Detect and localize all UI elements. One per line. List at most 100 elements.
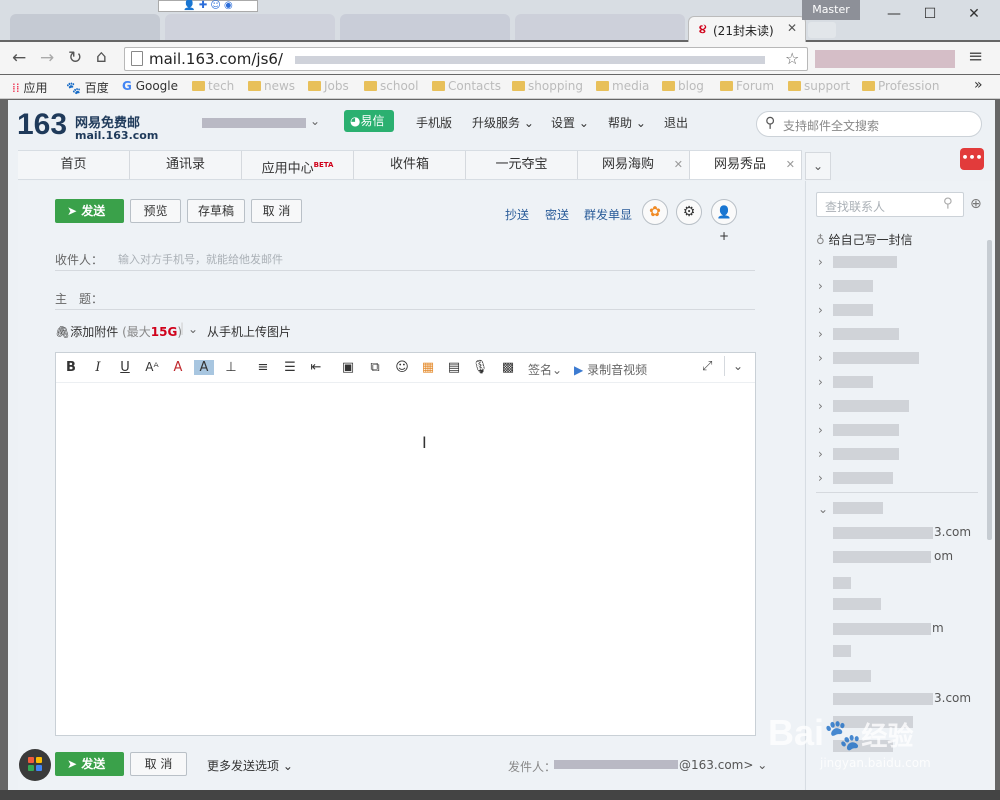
contact-search-input[interactable]: 查找联系人 ⚲	[816, 192, 964, 217]
contact-email[interactable]: 3.com	[934, 525, 971, 539]
menu-icon[interactable]: ≡	[968, 46, 983, 67]
add-contact-plus-icon[interactable]: ⊕	[970, 196, 982, 212]
group-expand-chevron-icon[interactable]: ›	[818, 399, 823, 413]
contact-entry[interactable]	[833, 623, 931, 635]
contact-entry[interactable]	[833, 693, 933, 705]
group-expand-chevron-icon[interactable]: ›	[818, 303, 823, 317]
contacts-scrollbar[interactable]	[987, 240, 992, 540]
new-tab-button[interactable]	[808, 22, 836, 38]
bookmark-folder[interactable]: school	[364, 79, 418, 93]
forward-icon[interactable]: →	[40, 48, 54, 68]
tab-haigou[interactable]: 网易海购 ✕	[578, 151, 690, 179]
browser-tab[interactable]	[515, 14, 685, 40]
gear-icon[interactable]: ⚙	[676, 199, 702, 225]
bookmark-folder[interactable]: tech	[192, 79, 234, 93]
contact-entry[interactable]	[833, 551, 931, 563]
contact-group[interactable]	[833, 256, 897, 268]
settings-link[interactable]: 设置 ⌄	[551, 114, 589, 131]
footer-cancel-button[interactable]: 取 消	[130, 752, 187, 776]
contact-group-expanded[interactable]	[833, 502, 883, 514]
voice-icon[interactable]: 🎙	[470, 360, 490, 375]
cc-link[interactable]: 抄送	[505, 206, 529, 223]
contact-group[interactable]	[833, 280, 873, 292]
group-expand-chevron-icon[interactable]: ›	[818, 327, 823, 341]
bullet-list-icon[interactable]: ☰	[280, 360, 300, 375]
contact-entry[interactable]	[833, 577, 851, 589]
group-expand-chevron-icon[interactable]: ›	[818, 471, 823, 485]
indent-icon[interactable]: ⇤	[306, 360, 326, 375]
attachment-dropdown-icon[interactable]: ⌄	[188, 322, 198, 336]
bcc-link[interactable]: 密送	[545, 206, 569, 223]
bold-icon[interactable]: B	[61, 360, 81, 375]
stationery-icon[interactable]: ▩	[498, 360, 518, 375]
contact-group[interactable]	[833, 424, 899, 436]
bookmark-folder[interactable]: shopping	[512, 79, 583, 93]
tab-close-icon[interactable]: ✕	[786, 151, 795, 179]
footer-send-button[interactable]: ➤ 发送	[55, 752, 124, 776]
extension-icons[interactable]	[815, 50, 955, 68]
bookmark-google[interactable]: G Google	[122, 79, 178, 93]
more-tabs-dropdown-icon[interactable]: ⌄	[805, 152, 831, 180]
bookmark-star-icon[interactable]: ☆	[785, 49, 799, 68]
bookmark-apps[interactable]: ⁞⁞ 应用	[12, 79, 47, 96]
separate-send-link[interactable]: 群发单显	[584, 206, 632, 223]
collapse-toolbar-icon[interactable]: ⌄	[733, 359, 743, 373]
contact-email[interactable]: m	[932, 621, 944, 635]
group-collapse-chevron-icon[interactable]: ⌄	[818, 502, 828, 516]
to-input[interactable]: 输入对方手机号，就能给他发邮件	[118, 251, 283, 267]
align-icon[interactable]: ≡	[253, 360, 273, 375]
address-bar[interactable]: mail.163.com/js6/ ☆	[124, 47, 808, 71]
group-expand-chevron-icon[interactable]: ›	[818, 423, 823, 437]
tab-close-icon[interactable]: ✕	[787, 21, 797, 35]
bookmark-folder[interactable]: Profession	[862, 79, 939, 93]
write-to-self-link[interactable]: ♁ 给自己写一封信	[816, 231, 913, 248]
font-size-icon[interactable]: Aᴬ	[142, 360, 162, 374]
upgrade-service-link[interactable]: 升级服务 ⌄	[472, 114, 534, 131]
launcher-button[interactable]	[19, 749, 51, 781]
group-expand-chevron-icon[interactable]: ›	[818, 279, 823, 293]
add-contact-icon[interactable]: 👤+	[711, 199, 737, 243]
image-icon[interactable]: ▣	[338, 360, 358, 375]
contact-entry[interactable]	[833, 645, 851, 657]
browser-tab[interactable]	[340, 14, 510, 40]
font-color-icon[interactable]: A	[168, 360, 188, 375]
subject-input[interactable]	[118, 286, 754, 306]
bookmark-folder[interactable]: blog	[662, 79, 704, 93]
maximize-icon[interactable]: ☐	[912, 2, 948, 26]
tab-yiyuan[interactable]: 一元夺宝	[466, 151, 578, 179]
contact-email[interactable]: om	[934, 549, 953, 563]
sender-email[interactable]: @163.com> ⌄	[679, 758, 767, 772]
underline-icon[interactable]: U	[115, 360, 135, 375]
bookmark-folder[interactable]: Contacts	[432, 79, 501, 93]
save-draft-button[interactable]: 存草稿	[187, 199, 245, 223]
contact-entry[interactable]	[833, 527, 933, 539]
contact-group[interactable]	[833, 400, 909, 412]
group-expand-chevron-icon[interactable]: ›	[818, 375, 823, 389]
template-icon[interactable]: ▦	[418, 360, 438, 375]
record-video-button[interactable]: ▶ 录制音视频	[574, 361, 647, 378]
group-expand-chevron-icon[interactable]: ›	[818, 447, 823, 461]
tab-app-center[interactable]: 应用中心BETA	[242, 151, 354, 179]
back-icon[interactable]: ←	[12, 48, 26, 68]
preview-button[interactable]: 预览	[130, 199, 181, 223]
cancel-button[interactable]: 取 消	[251, 199, 302, 223]
bookmark-folder[interactable]: support	[788, 79, 850, 93]
bookmark-folder[interactable]: Forum	[720, 79, 774, 93]
contact-group[interactable]	[833, 472, 893, 484]
contact-group[interactable]	[833, 328, 899, 340]
home-icon[interactable]: ⌂	[96, 47, 107, 67]
contact-group[interactable]	[833, 448, 899, 460]
bookmark-folder[interactable]: media	[596, 79, 649, 93]
screenshot-icon[interactable]: ⧉	[365, 360, 385, 375]
contact-group[interactable]	[833, 304, 873, 316]
profile-button[interactable]: Master	[802, 0, 860, 20]
clear-format-icon[interactable]: ⊥	[221, 360, 241, 375]
highlight-icon[interactable]: A	[194, 360, 214, 375]
expand-icon[interactable]: ⤢	[702, 359, 712, 374]
tab-xiupin[interactable]: 网易秀品 ✕	[690, 151, 802, 179]
more-menu-button[interactable]: •••	[960, 148, 984, 170]
more-send-options-link[interactable]: 更多发送选项 ⌄	[207, 757, 293, 774]
tab-inbox[interactable]: 收件箱	[354, 151, 466, 179]
more-bookmarks-button[interactable]: »	[974, 77, 983, 93]
group-expand-chevron-icon[interactable]: ›	[818, 255, 823, 269]
